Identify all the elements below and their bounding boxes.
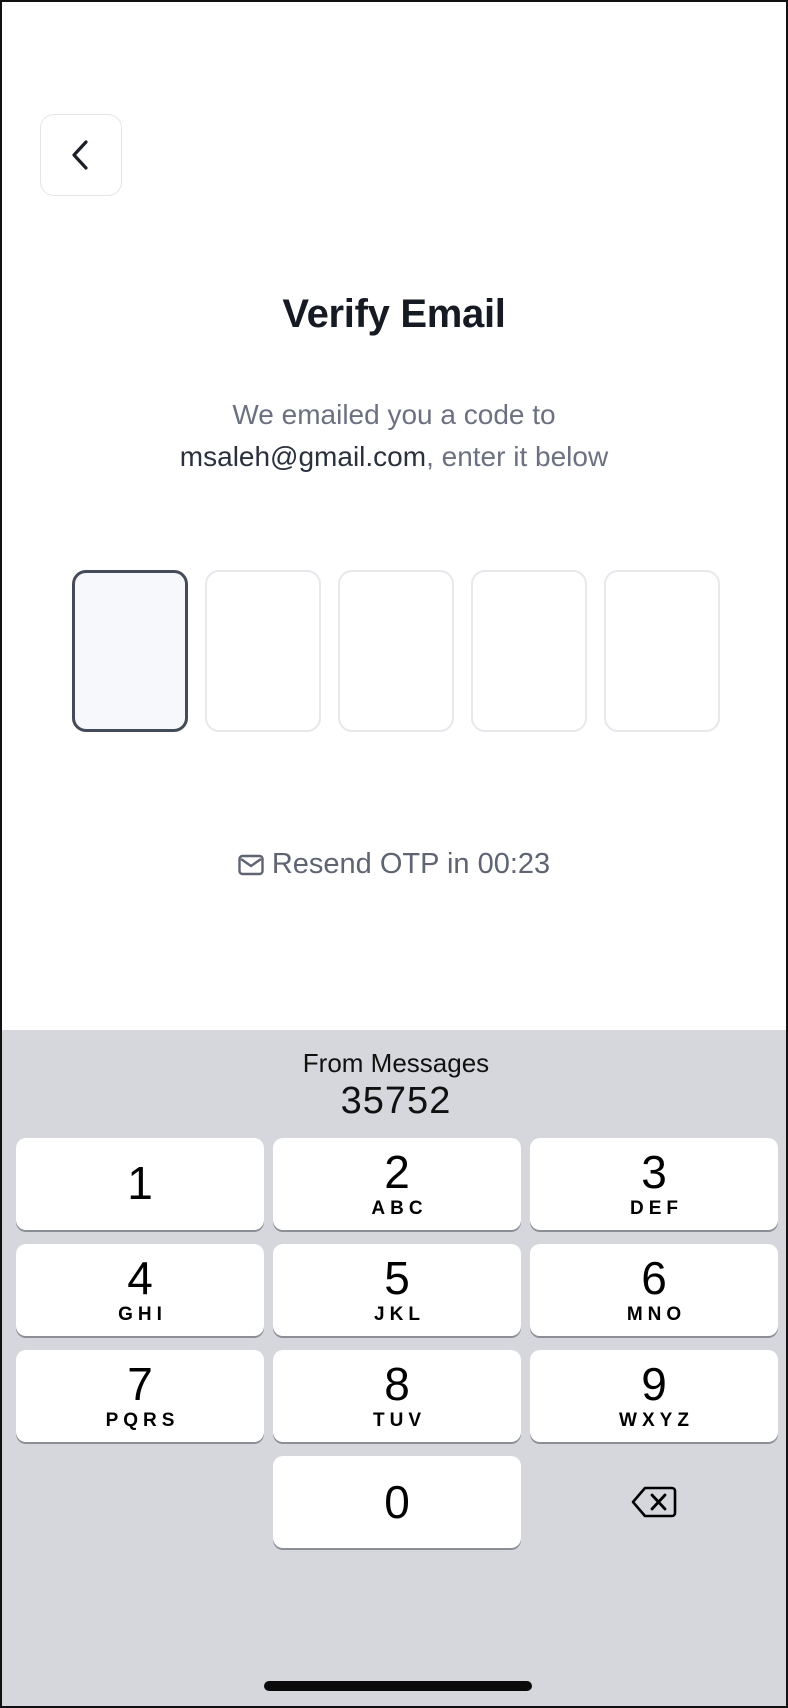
otp-digit-2[interactable]	[205, 570, 321, 732]
otp-digit-4[interactable]	[471, 570, 587, 732]
key-6-letters: MNO	[626, 1304, 687, 1325]
key-8-letters: TUV	[373, 1410, 426, 1431]
instruction-line-2: msaleh@gmail.com, enter it below	[2, 436, 786, 478]
instruction-text: We emailed you a code to msaleh@gmail.co…	[2, 394, 786, 478]
key-4-letters: GHI	[118, 1304, 167, 1325]
key-9[interactable]: 9 WXYZ	[530, 1350, 778, 1442]
otp-digit-3[interactable]	[338, 570, 454, 732]
otp-digit-1[interactable]	[72, 570, 188, 732]
instruction-line-1: We emailed you a code to	[232, 399, 556, 430]
key-3[interactable]: 3 DEF	[530, 1138, 778, 1230]
otp-digit-5[interactable]	[604, 570, 720, 732]
resend-otp[interactable]: Resend OTP in 00:23	[2, 848, 786, 881]
suggestion-source: From Messages	[302, 1048, 490, 1078]
home-indicator[interactable]	[264, 1681, 532, 1691]
key-2-letters: ABC	[371, 1198, 428, 1219]
key-1[interactable]: 1	[16, 1138, 264, 1230]
email-address: msaleh@gmail.com	[179, 441, 427, 472]
key-8[interactable]: 8 TUV	[273, 1350, 521, 1442]
key-8-number: 8	[384, 1358, 410, 1410]
key-4[interactable]: 4 GHI	[16, 1244, 264, 1336]
key-5[interactable]: 5 JKL	[273, 1244, 521, 1336]
autofill-suggestion[interactable]: From Messages 35752	[2, 1048, 786, 1124]
page-title: Verify Email	[282, 292, 506, 336]
key-7-number: 7	[127, 1358, 153, 1410]
key-6[interactable]: 6 MNO	[530, 1244, 778, 1336]
suggestion-code: 35752	[340, 1080, 452, 1122]
key-2-number: 2	[384, 1146, 410, 1198]
key-5-letters: JKL	[374, 1304, 425, 1325]
key-4-number: 4	[127, 1252, 153, 1304]
instruction-suffix: , enter it below	[426, 441, 609, 472]
backspace-icon	[631, 1486, 677, 1518]
key-1-number: 1	[127, 1157, 153, 1209]
key-7-letters: PQRS	[105, 1410, 180, 1431]
key-0[interactable]: 0	[273, 1456, 521, 1548]
key-0-number: 0	[384, 1476, 410, 1528]
verify-email-screen: Verify Email We emailed you a code to ms…	[0, 0, 788, 1708]
otp-input-group	[72, 570, 720, 732]
key-2[interactable]: 2 ABC	[273, 1138, 521, 1230]
key-9-number: 9	[641, 1358, 667, 1410]
mail-icon	[238, 854, 264, 875]
key-3-number: 3	[641, 1146, 667, 1198]
back-button[interactable]	[40, 114, 122, 196]
key-3-letters: DEF	[630, 1198, 683, 1219]
key-9-letters: WXYZ	[619, 1410, 694, 1431]
key-5-number: 5	[384, 1252, 410, 1304]
chevron-left-icon	[72, 140, 88, 170]
resend-label: Resend OTP in 00:23	[271, 848, 551, 880]
numeric-keyboard: From Messages 35752 1 2 ABC 3 DEF 4 GHI …	[2, 1030, 786, 1706]
delete-key[interactable]	[530, 1456, 778, 1548]
key-6-number: 6	[641, 1252, 667, 1304]
key-7[interactable]: 7 PQRS	[16, 1350, 264, 1442]
